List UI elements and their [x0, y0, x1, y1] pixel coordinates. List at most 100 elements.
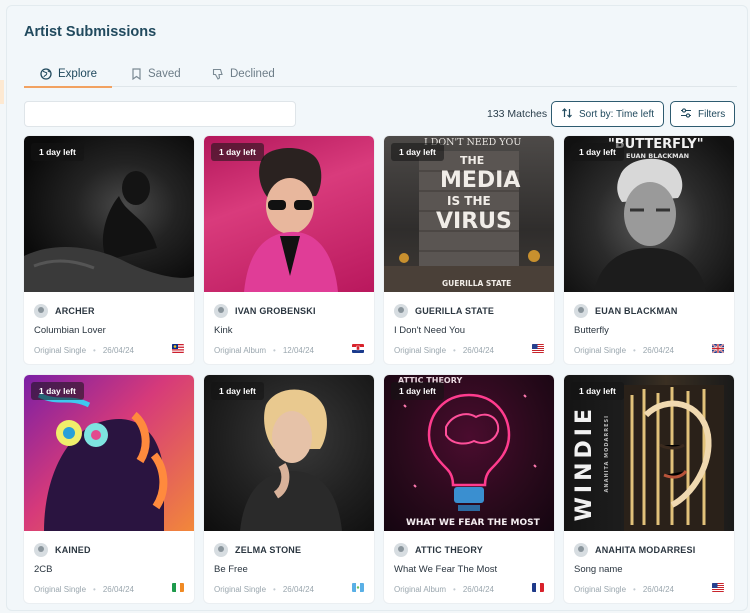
submission-card[interactable]: "BUTTERFLY" EUAN BLACKMAN 1 day left EUA… [564, 136, 734, 364]
globe-icon [40, 67, 52, 80]
song-title: What We Fear The Most [394, 564, 498, 575]
submissions-panel: Artist Submissions Explore Saved Decline… [6, 5, 748, 611]
album-art[interactable]: "BUTTERFLY" EUAN BLACKMAN 1 day left [564, 136, 734, 292]
filters-button[interactable]: Filters [670, 101, 736, 127]
sort-label: Sort by: Time left [579, 108, 655, 120]
song-title: Columbian Lover [34, 325, 106, 336]
release-date: 26/04/24 [642, 585, 674, 594]
submission-card[interactable]: ATTIC THEORY WHAT WE FEAR THE MOST 1 day… [384, 375, 554, 603]
flag-malaysia-icon [172, 344, 184, 353]
submission-card[interactable]: 1 day left ARCHER Columbian Lover Origin… [24, 136, 194, 364]
avatar [214, 543, 228, 557]
artist-name[interactable]: ATTIC THEORY [415, 545, 483, 555]
release-meta: Original Album • 26/04/24 [394, 583, 544, 594]
release-date: 26/04/24 [282, 585, 314, 594]
artist-name[interactable]: GUERILLA STATE [415, 306, 494, 316]
submission-card[interactable]: I DON'T NEED YOU THE MEDIA IS THE VIRUS … [384, 136, 554, 364]
artist-name[interactable]: IVAN GROBENSKI [235, 306, 316, 316]
tab-explore[interactable]: Explore [24, 61, 112, 88]
release-type: Original Album [394, 585, 447, 594]
avatar [574, 304, 588, 318]
release-type: Original Single [34, 585, 87, 594]
release-meta: Original Single • 26/04/24 [214, 583, 364, 594]
song-title: Butterfly [574, 325, 609, 336]
album-art[interactable]: 1 day left [24, 136, 194, 292]
art-cover-text: ANAHITA MODARRESI [604, 415, 610, 493]
submission-card[interactable]: 1 day left IVAN GROBENSKI Kink Original … [204, 136, 374, 364]
art-cover-text: GUERILLA STATE [442, 279, 512, 288]
artist-name[interactable]: ANAHITA MODARRESI [595, 545, 695, 555]
release-type: Original Single [574, 585, 627, 594]
release-date: 26/04/24 [102, 585, 134, 594]
time-left-badge: 1 day left [211, 382, 264, 400]
tab-label: Explore [58, 67, 97, 80]
tab-saved[interactable]: Saved [131, 61, 181, 87]
release-type: Original Single [214, 585, 267, 594]
artist-name[interactable]: EUAN BLACKMAN [595, 306, 678, 316]
album-art[interactable]: I DON'T NEED YOU THE MEDIA IS THE VIRUS … [384, 136, 554, 292]
release-date: 12/04/24 [282, 346, 314, 355]
sliders-icon [680, 107, 692, 122]
album-art[interactable]: 1 day left [204, 136, 374, 292]
tab-label: Declined [230, 68, 275, 80]
album-art[interactable]: ATTIC THEORY WHAT WE FEAR THE MOST 1 day… [384, 375, 554, 531]
flag-croatia-icon [352, 344, 364, 353]
release-meta: Original Single • 26/04/24 [574, 344, 724, 355]
avatar [214, 304, 228, 318]
submission-card[interactable]: 1 day left KAINED 2CB Original Single • 26… [24, 375, 194, 603]
tab-bar: Explore Saved Declined [24, 61, 737, 88]
avatar [394, 304, 408, 318]
release-meta: Original Single • 26/04/24 [394, 344, 544, 355]
avatar [34, 543, 48, 557]
flag-uk-icon [712, 344, 724, 353]
thumbs-down-icon [212, 68, 224, 80]
album-art[interactable]: 1 day left [24, 375, 194, 531]
match-count: 133 Matches [487, 108, 548, 120]
song-title: Kink [214, 325, 233, 336]
artist-name[interactable]: KAINED [55, 545, 91, 555]
song-title: I Don't Need You [394, 325, 466, 336]
search-input[interactable] [24, 101, 296, 127]
release-type: Original Single [574, 346, 627, 355]
art-cover-text: WINDIE [572, 405, 597, 522]
album-art[interactable]: WINDIE ANAHITA MODARRESI 1 day left [564, 375, 734, 531]
flag-france-icon [532, 583, 544, 592]
avatar [394, 543, 408, 557]
tab-declined[interactable]: Declined [212, 61, 275, 87]
release-type: Original Single [34, 346, 87, 355]
release-type: Original Album [214, 346, 267, 355]
sort-button[interactable]: Sort by: Time left [551, 101, 665, 127]
art-cover-text: MEDIA [440, 168, 521, 193]
release-date: 26/04/24 [642, 346, 674, 355]
sort-arrows-icon [561, 107, 573, 122]
release-date: 26/04/24 [462, 585, 494, 594]
submission-card[interactable]: WINDIE ANAHITA MODARRESI 1 day left ANAH… [564, 375, 734, 603]
submission-card[interactable]: 1 day left ZELMA STONE Be Free Original … [204, 375, 374, 603]
time-left-badge: 1 day left [391, 382, 444, 400]
time-left-badge: 1 day left [31, 143, 84, 161]
release-meta: Original Single • 26/04/24 [574, 583, 724, 594]
edge-accent [0, 80, 4, 104]
song-title: 2CB [34, 564, 53, 575]
time-left-badge: 1 day left [31, 382, 84, 400]
release-date: 26/04/24 [462, 346, 494, 355]
song-title: Song name [574, 564, 623, 575]
filters-label: Filters [698, 108, 726, 120]
artist-name[interactable]: ZELMA STONE [235, 545, 301, 555]
flag-usa-icon [532, 344, 544, 353]
artist-name[interactable]: ARCHER [55, 306, 95, 316]
avatar [574, 543, 588, 557]
release-meta: Original Single • 26/04/24 [34, 583, 184, 594]
album-art[interactable]: 1 day left [204, 375, 374, 531]
release-meta: Original Single • 26/04/24 [34, 344, 184, 355]
art-cover-text: IS THE [447, 194, 491, 208]
release-date: 26/04/24 [102, 346, 134, 355]
art-cover-text: WHAT WE FEAR THE MOST [406, 518, 540, 528]
flag-guatemala-icon [352, 583, 364, 592]
avatar [34, 304, 48, 318]
flag-ireland-icon [172, 583, 184, 592]
art-cover-text: THE [460, 154, 485, 167]
time-left-badge: 1 day left [211, 143, 264, 161]
time-left-badge: 1 day left [391, 143, 444, 161]
page-title: Artist Submissions [24, 24, 157, 40]
